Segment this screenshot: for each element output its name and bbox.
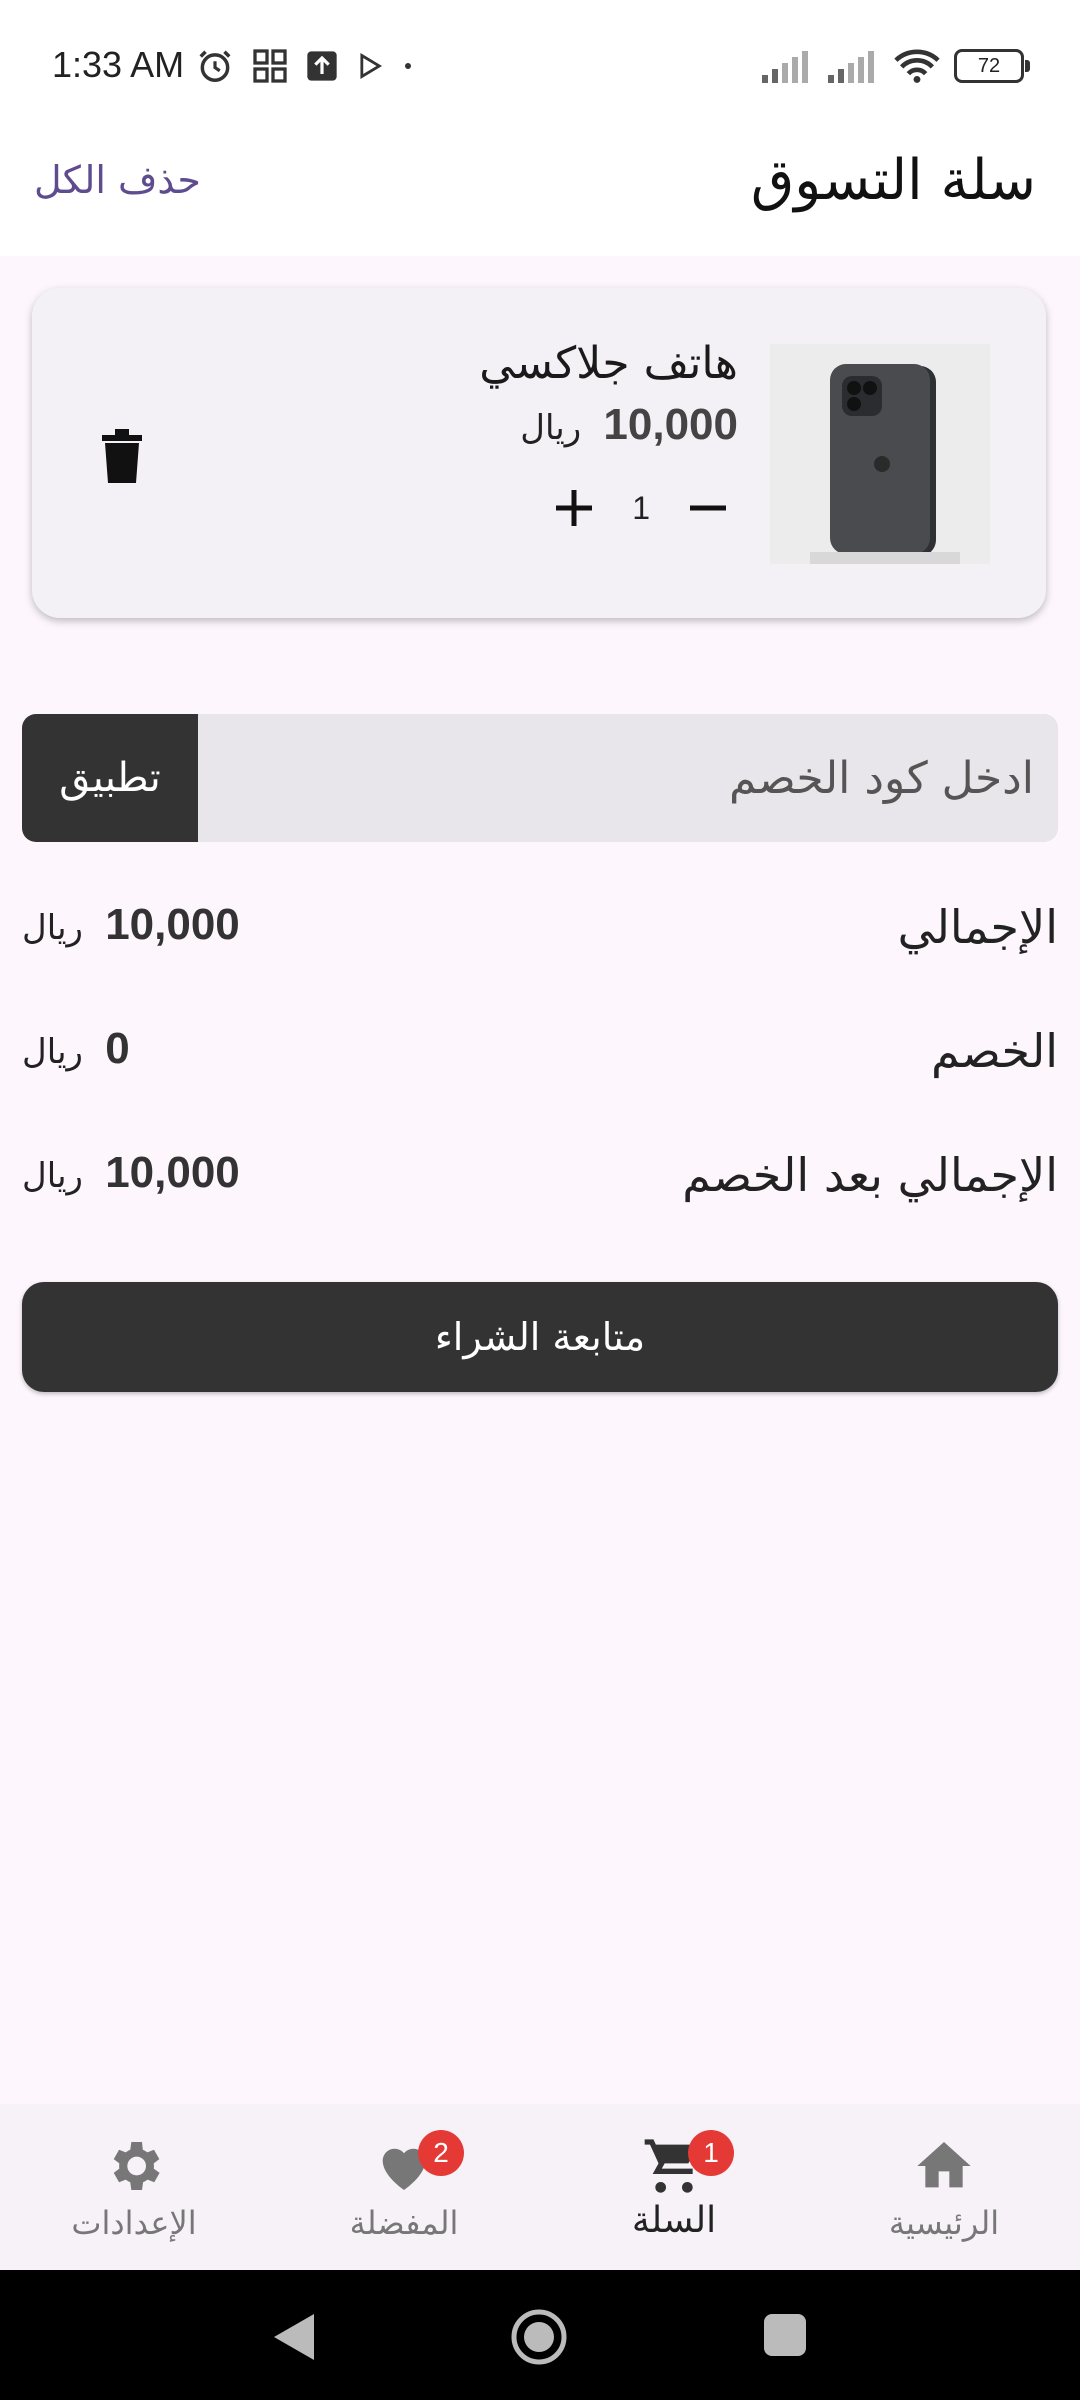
- dot-icon: [405, 63, 411, 69]
- product-price-currency: ريال: [520, 408, 582, 448]
- system-nav-bar: [0, 2270, 1080, 2400]
- phone-image: [770, 344, 990, 564]
- nav-label-home: الرئيسية: [888, 2204, 1000, 2242]
- upload-icon: [307, 51, 337, 81]
- net-total-value: 10,000 ريال: [22, 1148, 240, 1198]
- play-store-icon: [360, 53, 383, 79]
- discount-value: 0 ريال: [22, 1024, 130, 1074]
- total-amount: 10,000: [105, 900, 240, 949]
- battery-icon: 72: [954, 49, 1030, 83]
- checkout-button[interactable]: متابعة الشراء: [22, 1282, 1058, 1392]
- product-image: [770, 344, 990, 564]
- discount-amount: 0: [105, 1024, 130, 1073]
- quantity-stepper: 1: [552, 478, 730, 538]
- signal-icon: [828, 51, 874, 83]
- favorites-badge: 2: [418, 2130, 464, 2176]
- delete-item-button[interactable]: [96, 426, 148, 486]
- total-currency: ريال: [22, 908, 83, 948]
- increase-quantity-button[interactable]: [552, 486, 596, 530]
- plus-icon: [556, 490, 593, 526]
- coupon-row: تطبيق: [22, 714, 1058, 842]
- nav-item-settings[interactable]: الإعدادات: [34, 2104, 234, 2270]
- system-status-icons: 72: [762, 44, 1030, 88]
- nav-item-cart[interactable]: 1 السلة: [574, 2104, 774, 2270]
- total-value: 10,000 ريال: [22, 900, 240, 950]
- nav-label-cart: السلة: [631, 2200, 717, 2241]
- net-total-label: الإجمالي بعد الخصم: [682, 1148, 1058, 1202]
- bottom-nav: الإعدادات 2 المفضلة 1 السلة الرئيسية: [0, 2104, 1080, 2270]
- home-circle-icon[interactable]: [510, 2308, 568, 2366]
- status-bar: 1:33 AM 72: [0, 0, 1080, 130]
- nav-label-favorites: المفضلة: [349, 2204, 459, 2242]
- minus-icon: [690, 505, 726, 511]
- clear-all-button[interactable]: حذف الكل: [34, 158, 201, 202]
- status-time: 1:33 AM: [52, 44, 185, 85]
- trash-icon: [102, 429, 142, 483]
- net-total-currency: ريال: [22, 1156, 83, 1196]
- back-icon[interactable]: [268, 2310, 318, 2364]
- quantity-value: 1: [632, 489, 650, 526]
- total-row: الإجمالي 10,000 ريال: [22, 900, 1058, 980]
- app-bar: سلة التسوق حذف الكل: [0, 130, 1080, 256]
- net-total-row: الإجمالي بعد الخصم 10,000 ريال: [22, 1148, 1058, 1228]
- apply-coupon-button[interactable]: تطبيق: [22, 714, 198, 842]
- discount-row: الخصم 0 ريال: [22, 1024, 1058, 1104]
- net-total-amount: 10,000: [105, 1148, 240, 1197]
- product-price-value: 10,000: [603, 400, 738, 449]
- nav-item-home[interactable]: الرئيسية: [844, 2104, 1044, 2270]
- home-icon: [917, 2142, 971, 2188]
- cart-item-card: هاتف جلاكسي 10,000 ريال 1: [32, 288, 1046, 618]
- discount-label: الخصم: [931, 1024, 1058, 1078]
- signal-icon: [762, 51, 808, 83]
- product-price: 10,000 ريال: [520, 400, 738, 450]
- nav-item-favorites[interactable]: 2 المفضلة: [304, 2104, 504, 2270]
- recents-icon[interactable]: [762, 2312, 808, 2358]
- coupon-code-input[interactable]: [198, 714, 1058, 842]
- cart-badge: 1: [688, 2130, 734, 2176]
- total-label: الإجمالي: [897, 900, 1058, 954]
- decrease-quantity-button[interactable]: [686, 486, 730, 530]
- alarm-icon: [199, 50, 231, 82]
- wifi-icon: [894, 49, 940, 83]
- nav-label-settings: الإعدادات: [71, 2204, 197, 2242]
- notification-icons: [196, 44, 414, 88]
- discount-currency: ريال: [22, 1032, 83, 1072]
- gear-icon: [113, 2142, 160, 2190]
- page-title: سلة التسوق: [750, 148, 1036, 213]
- product-name: هاتف جلاكسي: [479, 338, 738, 389]
- grid-app-icon: [253, 49, 287, 83]
